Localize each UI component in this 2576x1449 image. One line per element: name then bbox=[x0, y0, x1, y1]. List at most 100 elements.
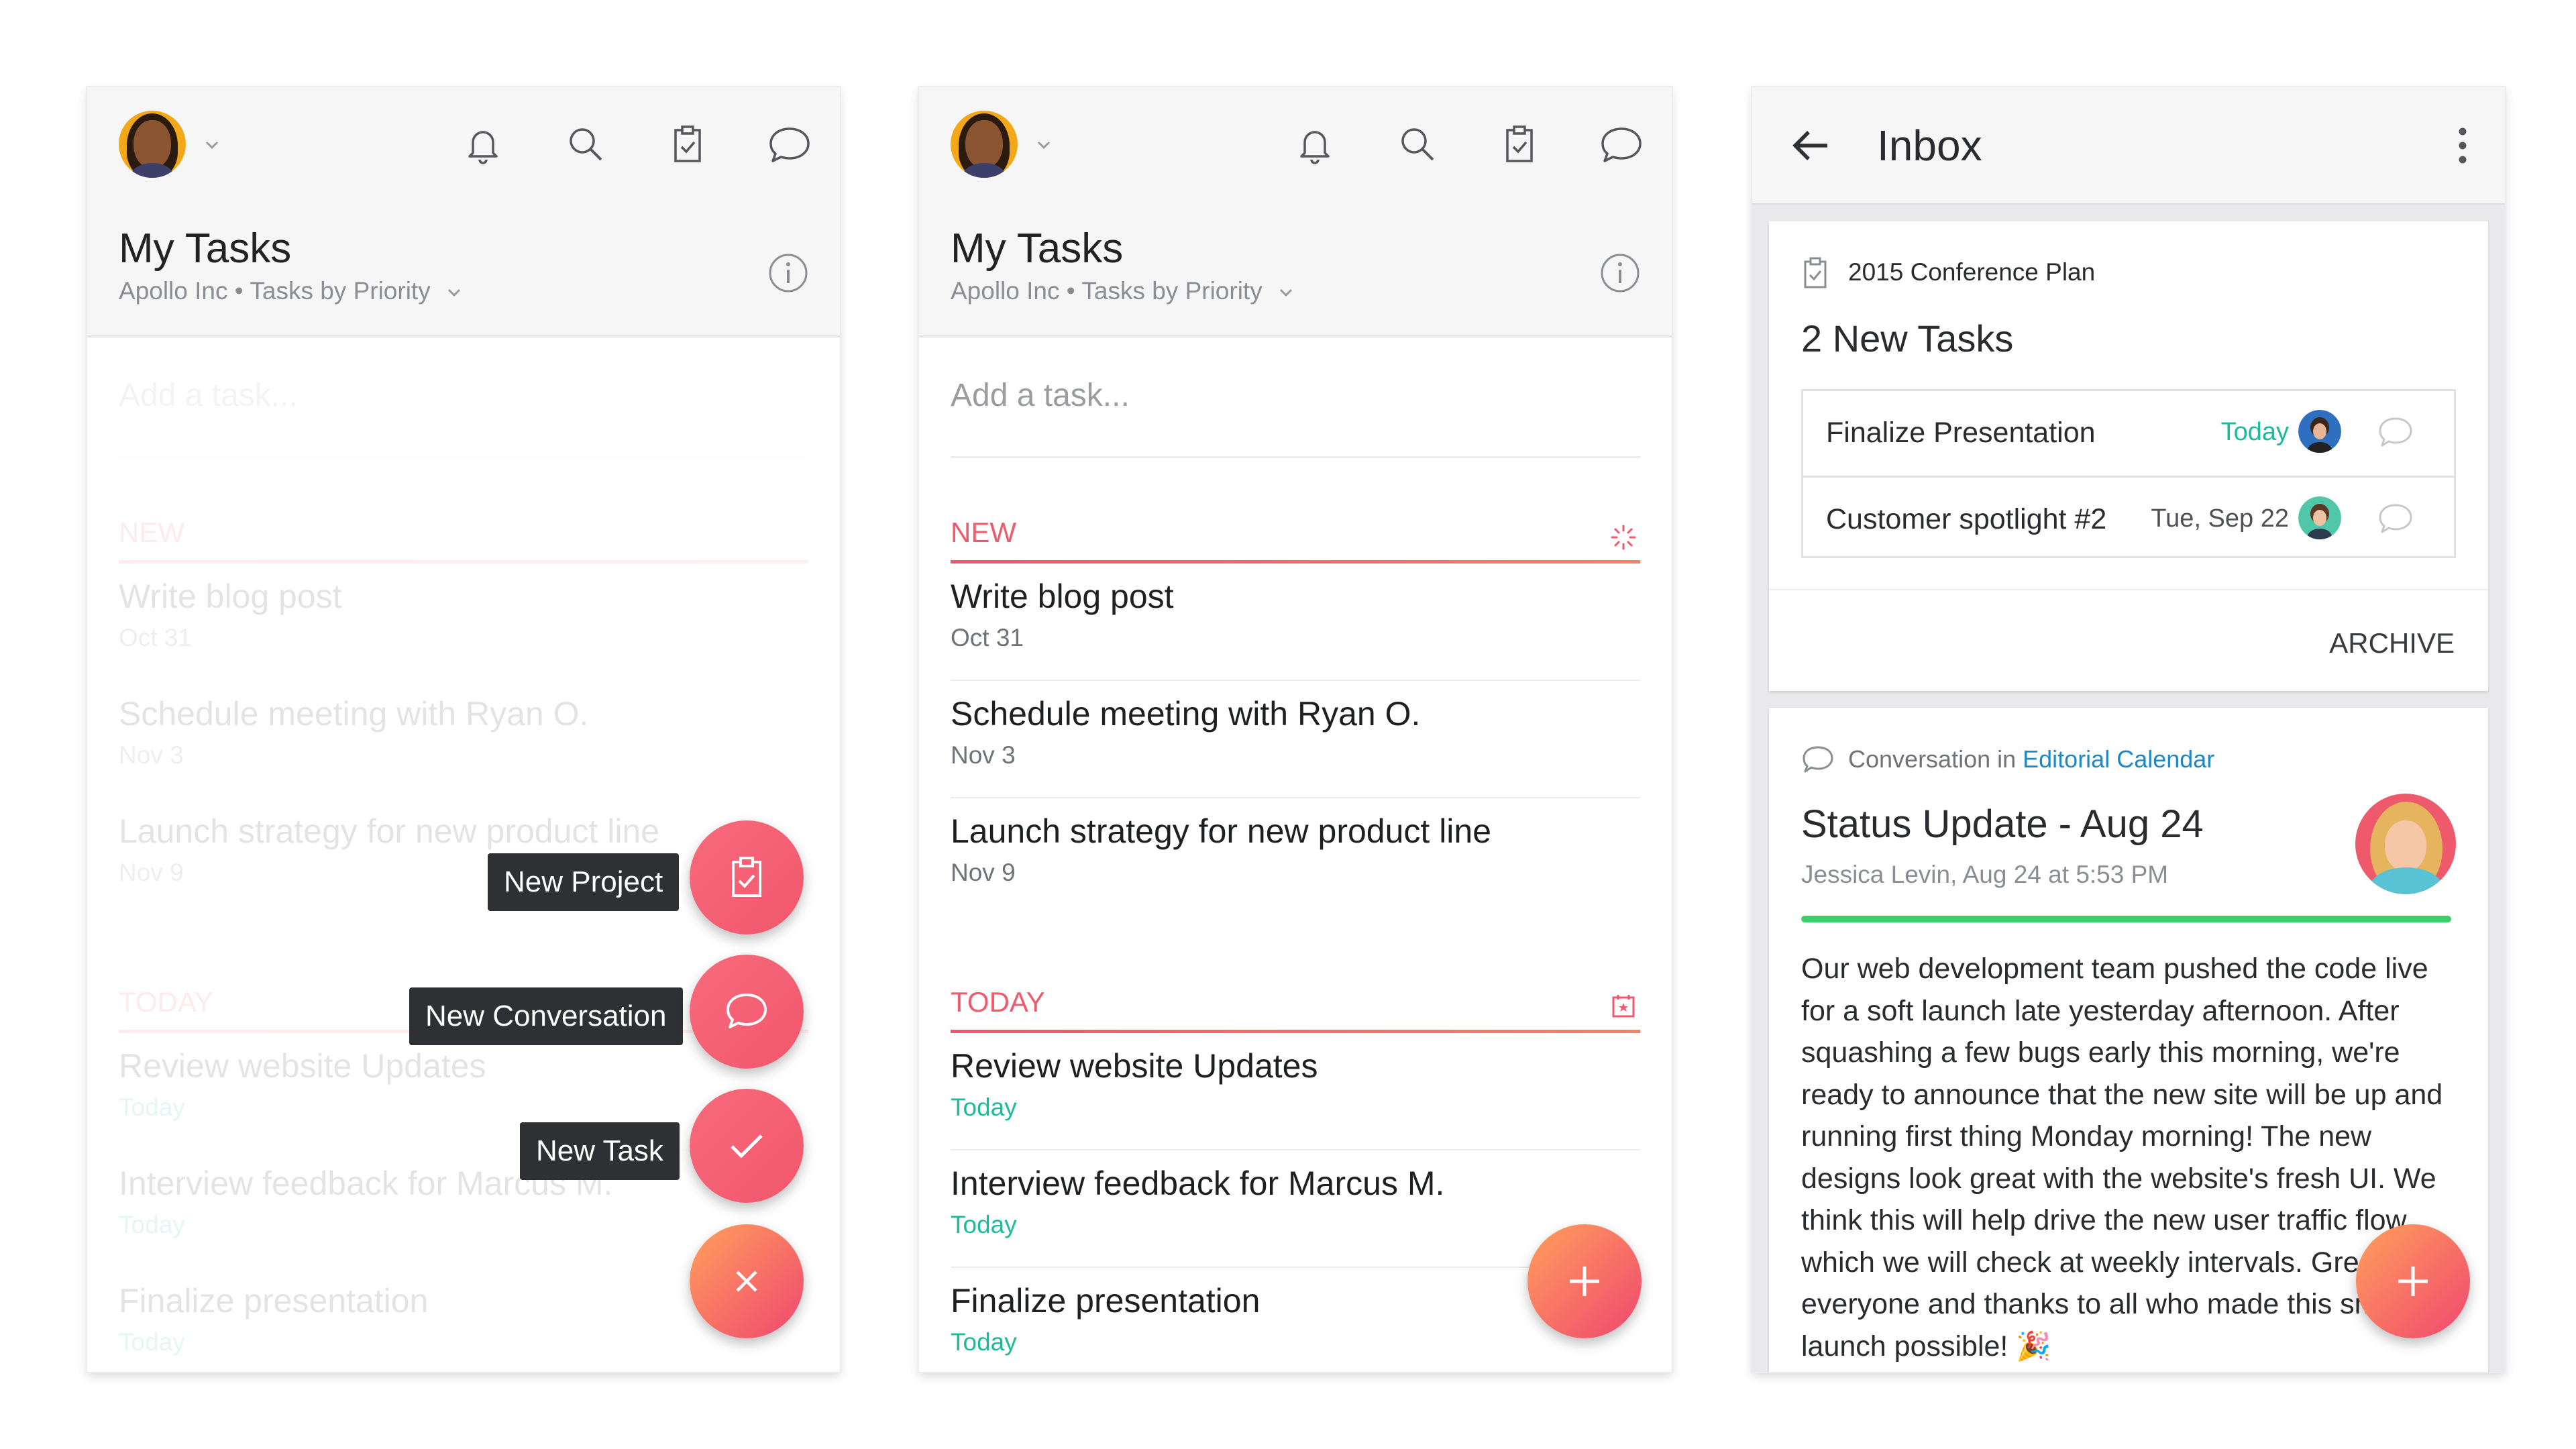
avatar[interactable] bbox=[119, 111, 186, 178]
new-project-button[interactable] bbox=[690, 820, 804, 934]
check-icon bbox=[731, 1134, 763, 1159]
task-name: Customer spotlight #2 bbox=[1826, 503, 2107, 535]
task-name: Interview feedback for Marcus M. bbox=[951, 1165, 1445, 1202]
new-task-button[interactable] bbox=[690, 1089, 804, 1203]
header: My Tasks Apollo Inc • Tasks by Priority bbox=[919, 87, 1672, 337]
task-row[interactable]: Write blog post Oct 31 bbox=[951, 564, 1640, 681]
archive-button[interactable]: ARCHIVE bbox=[2329, 627, 2455, 659]
add-task-input[interactable]: Add a task... bbox=[951, 377, 1130, 414]
view-name: Tasks by Priority bbox=[250, 277, 431, 305]
party-emoji: 🎉 bbox=[2016, 1330, 2051, 1362]
task-screen: My Tasks Apollo Inc • Tasks by Priority … bbox=[919, 87, 1672, 1372]
clipboard-check-icon bbox=[732, 857, 761, 897]
plus-icon bbox=[2398, 1267, 2428, 1296]
inbox-screen: Inbox 2015 Conference Plan 2 New Tasks F… bbox=[1752, 87, 2505, 1372]
task-name: Review website Updates bbox=[951, 1047, 1318, 1085]
new-task-label[interactable]: New Task bbox=[520, 1122, 680, 1180]
divider bbox=[951, 456, 1640, 458]
speech-bubble-icon bbox=[1803, 746, 1833, 773]
page-title: My Tasks bbox=[951, 225, 1124, 272]
header: Inbox bbox=[1752, 87, 2505, 205]
section-label: TODAY bbox=[951, 986, 1045, 1018]
new-conversation-button[interactable] bbox=[690, 955, 804, 1069]
task-date: Nov 9 bbox=[951, 859, 1016, 886]
chevron-down-icon[interactable] bbox=[1036, 138, 1051, 152]
task-date: Today bbox=[951, 1328, 1017, 1356]
add-fab-button[interactable] bbox=[2356, 1224, 2470, 1338]
conversation-meta: Jessica Levin, Aug 24 at 5:53 PM bbox=[1801, 861, 2169, 888]
task-name: Write blog post bbox=[951, 578, 1174, 615]
add-fab-button[interactable] bbox=[1527, 1224, 1642, 1338]
speech-bubble-icon[interactable] bbox=[766, 121, 813, 168]
comment-icon[interactable] bbox=[2377, 415, 2414, 449]
calendar-icon bbox=[1612, 995, 1635, 1018]
clipboard-check-icon[interactable] bbox=[1496, 121, 1543, 168]
conversation-body: Our web development team pushed the code… bbox=[1801, 948, 2456, 1367]
speech-bubble-icon bbox=[727, 994, 767, 1028]
chevron-down-icon[interactable] bbox=[205, 138, 219, 152]
spinner-icon bbox=[1611, 525, 1636, 550]
conversation-context: Conversation in Editorial Calendar bbox=[1848, 745, 2214, 773]
clipboard-check-icon bbox=[1804, 257, 1827, 288]
conversation-text: Our web development team pushed the code… bbox=[1801, 953, 2453, 1362]
bell-icon[interactable] bbox=[1291, 121, 1338, 168]
bell-icon[interactable] bbox=[460, 121, 506, 168]
assignee-avatar[interactable] bbox=[2298, 496, 2341, 539]
task-name: Finalize presentation bbox=[951, 1282, 1260, 1320]
author-avatar[interactable] bbox=[2355, 794, 2456, 894]
project-selector[interactable]: Apollo Inc • Tasks by Priority bbox=[951, 277, 1293, 305]
task-date: Today bbox=[2220, 418, 2289, 446]
project-selector[interactable]: Apollo Inc • Tasks by Priority bbox=[119, 277, 462, 305]
assignee-avatar[interactable] bbox=[2298, 410, 2341, 453]
task-screen-fab-open: My Tasks Apollo Inc • Tasks by Priority … bbox=[87, 87, 840, 1372]
task-row[interactable]: Launch strategy for new product line Nov… bbox=[951, 798, 1640, 916]
divider bbox=[1769, 589, 2488, 590]
workspace-name: Apollo Inc bbox=[119, 277, 228, 305]
conversation-title: Status Update - Aug 24 bbox=[1801, 802, 2204, 846]
task-name: Launch strategy for new product line bbox=[951, 812, 1492, 850]
workspace-name: Apollo Inc bbox=[951, 277, 1060, 305]
task-date: Nov 3 bbox=[951, 741, 1016, 769]
status-bar bbox=[1801, 916, 2451, 922]
speech-bubble-icon[interactable] bbox=[1598, 121, 1645, 168]
chevron-down-icon bbox=[1279, 289, 1293, 297]
section-label: NEW bbox=[951, 517, 1016, 548]
task-date: Today bbox=[951, 1093, 1017, 1121]
search-icon[interactable] bbox=[1394, 121, 1441, 168]
task-name: Finalize Presentation bbox=[1826, 417, 2096, 449]
close-icon bbox=[736, 1271, 757, 1292]
search-icon[interactable] bbox=[562, 121, 609, 168]
task-name: Schedule meeting with Ryan O. bbox=[951, 695, 1421, 733]
separator: • bbox=[234, 277, 244, 305]
separator: • bbox=[1066, 277, 1075, 305]
project-name[interactable]: 2015 Conference Plan bbox=[1848, 258, 2095, 286]
page-title: My Tasks bbox=[119, 225, 292, 272]
task-notification-card[interactable]: 2015 Conference Plan 2 New Tasks Finaliz… bbox=[1769, 221, 2488, 691]
plus-icon bbox=[1570, 1267, 1599, 1296]
conversation-prefix: Conversation in bbox=[1848, 745, 2023, 773]
new-conversation-label[interactable]: New Conversation bbox=[409, 987, 683, 1045]
header: My Tasks Apollo Inc • Tasks by Priority bbox=[87, 87, 840, 337]
list-item[interactable]: Customer spotlight #2 Tue, Sep 22 bbox=[1803, 476, 2454, 560]
task-row[interactable]: Review website Updates Today bbox=[951, 1033, 1640, 1150]
task-row[interactable]: Schedule meeting with Ryan O. Nov 3 bbox=[951, 681, 1640, 798]
comment-icon[interactable] bbox=[2377, 502, 2414, 535]
page-title: Inbox bbox=[1877, 121, 1982, 170]
view-name: Tasks by Priority bbox=[1081, 277, 1263, 305]
new-project-label[interactable]: New Project bbox=[488, 853, 680, 911]
more-vertical-icon[interactable] bbox=[2453, 122, 2473, 169]
project-link[interactable]: Editorial Calendar bbox=[2023, 745, 2214, 773]
info-icon[interactable] bbox=[1599, 252, 1642, 294]
task-date: Today bbox=[951, 1211, 1017, 1238]
avatar[interactable] bbox=[951, 111, 1018, 178]
card-heading: 2 New Tasks bbox=[1801, 317, 2014, 360]
clipboard-check-icon[interactable] bbox=[664, 121, 711, 168]
close-fab-button[interactable] bbox=[690, 1224, 804, 1338]
list-item[interactable]: Finalize Presentation Today bbox=[1803, 391, 2454, 476]
chevron-down-icon bbox=[447, 289, 461, 297]
back-arrow-icon[interactable] bbox=[1787, 122, 1834, 169]
task-date: Tue, Sep 22 bbox=[2151, 504, 2289, 533]
task-list: Finalize Presentation Today Customer spo… bbox=[1801, 389, 2456, 558]
info-icon[interactable] bbox=[767, 252, 810, 294]
task-date: Oct 31 bbox=[951, 624, 1024, 651]
